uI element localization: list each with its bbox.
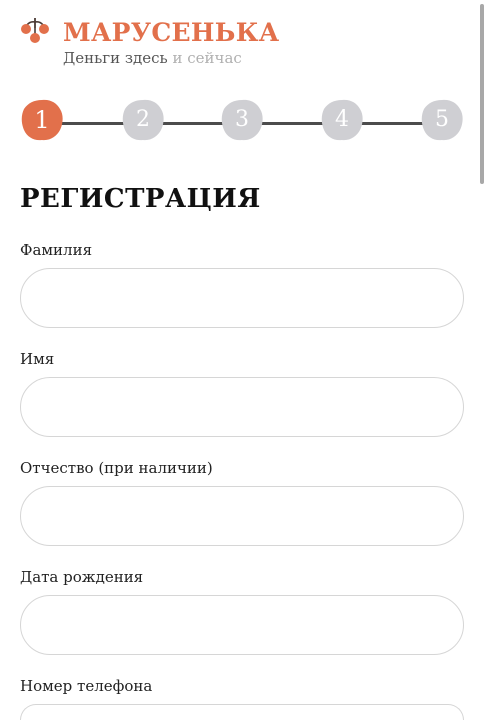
surname-label: Фамилия <box>20 241 93 259</box>
step-number: 4 <box>335 107 349 132</box>
page-title: РЕГИСТРАЦИЯ <box>20 184 261 214</box>
surname-input[interactable] <box>20 268 464 328</box>
brand-tagline: Деньги здесь и сейчас <box>63 49 242 67</box>
step-1: 1 <box>20 98 64 142</box>
birthdate-input[interactable] <box>20 595 464 655</box>
birthdate-label: Дата рождения <box>20 568 144 586</box>
phone-label: Номер телефона <box>20 677 153 695</box>
name-label: Имя <box>20 350 55 368</box>
step-5: 5 <box>420 98 464 142</box>
name-input[interactable] <box>20 377 464 437</box>
step-4: 4 <box>320 98 364 142</box>
step-3: 3 <box>220 98 264 142</box>
step-number: 2 <box>136 107 150 132</box>
tagline-main: Деньги здесь <box>63 49 168 67</box>
registration-stepper: 1 2 3 4 5 <box>20 96 466 142</box>
page-scrollbar[interactable] <box>480 4 484 184</box>
step-number: 5 <box>435 107 449 132</box>
brand-logo-link[interactable]: МАРУСЕНЬКА <box>63 18 279 47</box>
patronymic-input[interactable] <box>20 486 464 546</box>
header: МАРУСЕНЬКА Деньги здесь и сейчас <box>20 16 460 72</box>
berry-branch-icon <box>20 16 50 46</box>
step-number: 1 <box>34 106 50 134</box>
step-2: 2 <box>121 98 165 142</box>
patronymic-label: Отчество (при наличии) <box>20 459 213 477</box>
phone-input[interactable] <box>20 704 464 720</box>
step-number: 3 <box>235 107 249 132</box>
tagline-light: и сейчас <box>172 49 242 67</box>
